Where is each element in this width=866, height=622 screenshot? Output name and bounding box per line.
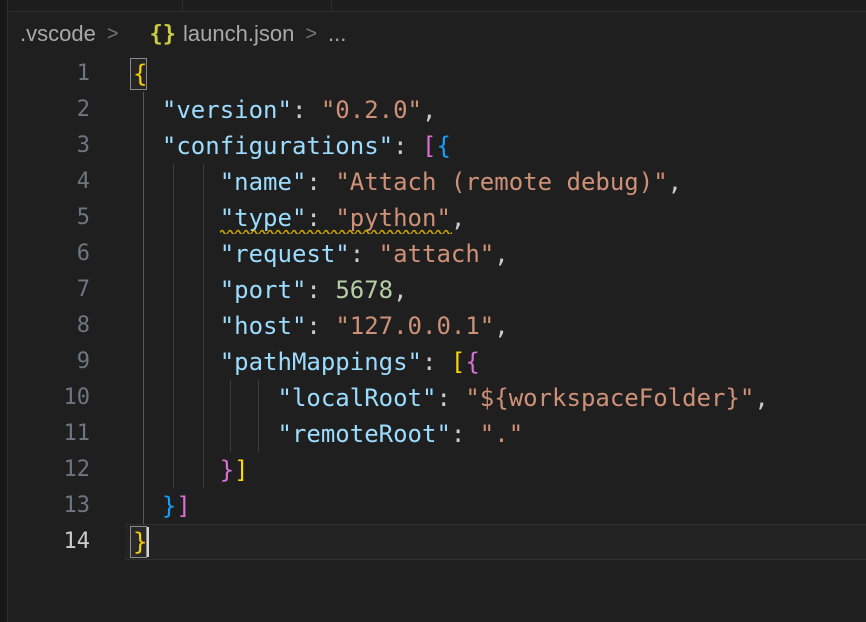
tab-strip[interactable] bbox=[9, 0, 866, 12]
tab-separator bbox=[331, 0, 332, 11]
line-number[interactable]: 8 bbox=[9, 308, 125, 344]
code-line[interactable]: } bbox=[125, 524, 866, 560]
line-number[interactable]: 3 bbox=[9, 128, 125, 164]
code-line[interactable]: "localRoot": "${workspaceFolder}", bbox=[125, 380, 866, 416]
json-file-icon: {} bbox=[150, 22, 177, 47]
gutter[interactable]: 1234567891011121314 bbox=[9, 56, 125, 622]
breadcrumb-file[interactable]: launch.json bbox=[183, 21, 294, 47]
bracket-match-box bbox=[130, 58, 147, 90]
bracket-match-box bbox=[130, 526, 147, 558]
breadcrumb-symbol-more[interactable]: ... bbox=[328, 21, 346, 47]
code-lines[interactable]: { "version": "0.2.0", "configurations": … bbox=[125, 56, 866, 622]
line-number[interactable]: 13 bbox=[9, 488, 125, 524]
line-number[interactable]: 12 bbox=[9, 452, 125, 488]
code-line[interactable]: "host": "127.0.0.1", bbox=[125, 308, 866, 344]
tab-separator bbox=[182, 0, 183, 11]
code-line[interactable]: }] bbox=[125, 488, 866, 524]
code-line[interactable]: "name": "Attach (remote debug)", bbox=[125, 164, 866, 200]
line-number[interactable]: 6 bbox=[9, 236, 125, 272]
code-line[interactable]: "port": 5678, bbox=[125, 272, 866, 308]
text-cursor bbox=[147, 527, 149, 557]
line-number[interactable]: 9 bbox=[9, 344, 125, 380]
chevron-right-icon: > bbox=[305, 23, 317, 46]
code-line[interactable]: "version": "0.2.0", bbox=[125, 92, 866, 128]
code-line[interactable]: { bbox=[125, 56, 866, 92]
line-number[interactable]: 11 bbox=[9, 416, 125, 452]
line-number[interactable]: 5 bbox=[9, 200, 125, 236]
line-number[interactable]: 2 bbox=[9, 92, 125, 128]
code-line[interactable]: "configurations": [{ bbox=[125, 128, 866, 164]
breadcrumb: .vscode > {} launch.json > ... bbox=[9, 12, 866, 56]
code-line[interactable]: "remoteRoot": "." bbox=[125, 416, 866, 452]
line-number[interactable]: 1 bbox=[9, 56, 125, 92]
line-number[interactable]: 10 bbox=[9, 380, 125, 416]
code-line[interactable]: }] bbox=[125, 452, 866, 488]
sidebar-edge bbox=[0, 0, 8, 622]
chevron-right-icon: > bbox=[107, 23, 119, 46]
line-number[interactable]: 4 bbox=[9, 164, 125, 200]
vscode-editor-window: .vscode > {} launch.json > ... 123456789… bbox=[0, 0, 866, 622]
breadcrumb-folder[interactable]: .vscode bbox=[20, 21, 96, 47]
code-line[interactable]: "pathMappings": [{ bbox=[125, 344, 866, 380]
warning-squiggle bbox=[220, 227, 452, 234]
line-number[interactable]: 7 bbox=[9, 272, 125, 308]
line-number[interactable]: 14 bbox=[9, 524, 125, 560]
code-line[interactable]: "request": "attach", bbox=[125, 236, 866, 272]
